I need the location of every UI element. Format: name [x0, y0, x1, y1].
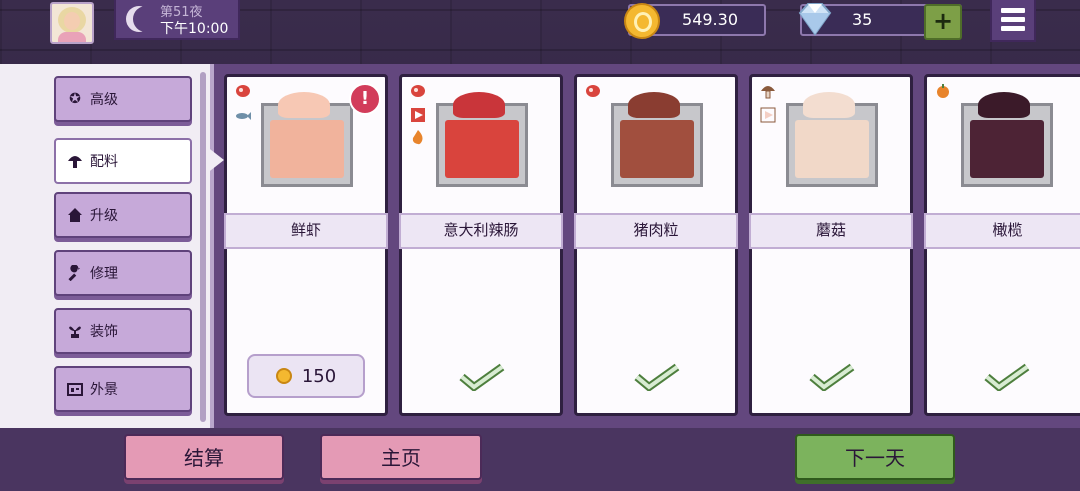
menu-button[interactable]: [990, 0, 1036, 42]
fish-icon: [236, 112, 251, 120]
tab-label: 配料: [90, 154, 118, 170]
ingredient-tray: [611, 92, 703, 187]
ingredient-name: 橄榄: [924, 213, 1080, 249]
shrimp-food: [270, 120, 344, 178]
tab-exterior[interactable]: 外景: [54, 366, 192, 412]
next-day-button[interactable]: 下一天: [795, 434, 955, 480]
flag-icon: [760, 107, 776, 123]
checkout-button[interactable]: 结算: [124, 434, 284, 480]
flag-icon: [411, 108, 425, 122]
ingredient-tray: [436, 92, 528, 187]
ingredient-tray: [261, 92, 353, 187]
olive-heap: [978, 92, 1030, 118]
fire-icon: [412, 130, 423, 145]
home-button[interactable]: 主页: [320, 434, 482, 480]
owned-check-icon: [809, 363, 855, 391]
owned-check-icon: [984, 363, 1030, 391]
tab-label: 升级: [90, 208, 118, 224]
pork-food: [620, 120, 694, 178]
ingredient-card-mushroom[interactable]: 蘑菇: [749, 74, 913, 416]
ingredient-tray: [786, 92, 878, 187]
mushroom-tag-icon: [761, 86, 775, 99]
olive-food: [970, 120, 1044, 178]
coin-amount: 549.30: [682, 10, 738, 29]
clock-time: 下午10:00: [160, 21, 229, 37]
ingredient-card-shrimp[interactable]: ! 鲜虾 150: [224, 74, 388, 416]
price-value: 150: [301, 365, 337, 387]
moon-icon: [126, 6, 152, 32]
badge-icon: ✪: [69, 91, 81, 107]
pork-heap: [628, 92, 680, 118]
meat-icon: [586, 85, 600, 97]
pepperoni-food: [445, 120, 519, 178]
sidebar-scrollbar[interactable]: [200, 72, 206, 422]
ingredient-card-pork[interactable]: 猪肉粒: [574, 74, 738, 416]
home-icon: [66, 206, 84, 224]
meat-icon: [236, 85, 250, 97]
ingredient-name: 鲜虾: [224, 213, 388, 249]
buy-price-button[interactable]: 150: [247, 354, 365, 398]
shrimp-heap: [278, 92, 330, 118]
mushroom-heap: [803, 92, 855, 118]
diamond-icon: [798, 3, 832, 36]
wrench-icon: [66, 264, 84, 282]
tab-label: 修理: [90, 266, 118, 282]
tab-label: 装饰: [90, 324, 118, 340]
ingredient-name: 意大利辣肠: [399, 213, 563, 249]
gem-amount: 35: [852, 10, 873, 29]
menu-icon-line: [1001, 17, 1025, 22]
orange-tag-icon: [937, 84, 949, 98]
mushroom-icon: [66, 152, 84, 170]
tab-label: 高级: [90, 92, 118, 108]
owned-check-icon: [459, 363, 505, 391]
buy-gems-button[interactable]: +: [924, 4, 962, 40]
plant-icon: [66, 322, 84, 340]
ingredient-tray: [961, 92, 1053, 187]
coin-balance: 549.30: [624, 3, 766, 39]
menu-icon: [1001, 8, 1025, 13]
avatar-body: [58, 32, 86, 42]
day-time-panel: 第51夜 下午10:00: [114, 0, 240, 40]
menu-icon-line: [1001, 26, 1025, 31]
storefront-icon: [66, 380, 84, 398]
ingredient-name: 蘑菇: [749, 213, 913, 249]
tab-decoration[interactable]: 装饰: [54, 308, 192, 354]
player-avatar[interactable]: [50, 2, 94, 44]
ingredient-card-olive[interactable]: 橄榄: [924, 74, 1080, 416]
coin-icon: [624, 3, 660, 39]
alert-badge: !: [349, 83, 381, 115]
avatar-face: [64, 12, 80, 30]
meat-icon: [411, 85, 425, 97]
tab-ingredients[interactable]: 配料: [54, 138, 192, 184]
owned-check-icon: [634, 363, 680, 391]
pepperoni-heap: [453, 92, 505, 118]
gem-balance: 35 +: [798, 3, 962, 40]
ingredient-name: 猪肉粒: [574, 213, 738, 249]
tab-upgrade[interactable]: 升级: [54, 192, 192, 238]
mushroom-food: [795, 120, 869, 178]
tab-label: 外景: [90, 382, 118, 398]
ingredient-card-pepperoni[interactable]: 意大利辣肠: [399, 74, 563, 416]
coin-icon: [275, 368, 292, 384]
tab-repair[interactable]: 修理: [54, 250, 192, 296]
tab-premium[interactable]: ✪ 高级: [54, 76, 192, 122]
active-tab-pointer: [206, 146, 224, 174]
